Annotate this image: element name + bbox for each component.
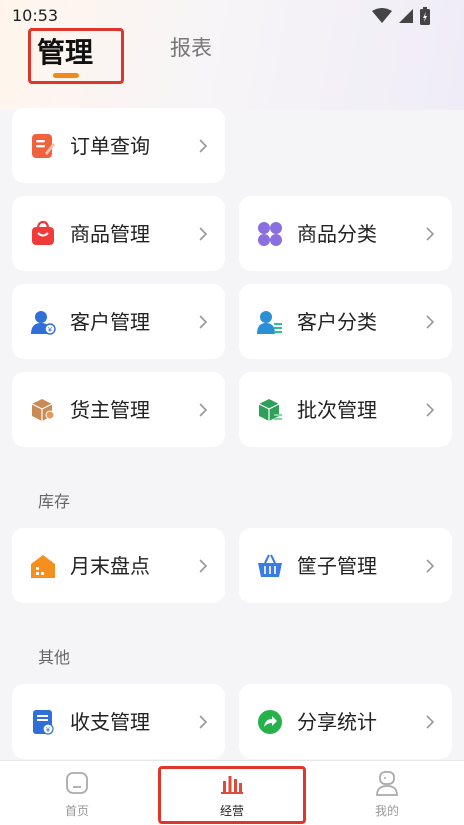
card-label: 筐子管理 (297, 554, 377, 578)
card-label: 分享统计 (297, 710, 377, 734)
card-label: 订单查询 (70, 134, 150, 158)
card-basket-management[interactable]: 筐子管理 (239, 528, 452, 603)
chevron-right-icon (199, 139, 208, 153)
tab-management-label: 管理 (37, 36, 94, 69)
batch-box-icon (257, 397, 283, 423)
basket-icon (257, 553, 283, 579)
nav-active-highlight (158, 766, 306, 824)
card-label: 商品管理 (70, 222, 150, 246)
bottom-nav: 首页 经营 我的 (0, 760, 464, 825)
section-title-inventory: 库存 (38, 492, 71, 511)
nav-mine[interactable]: 我的 (327, 761, 447, 825)
home-icon (66, 772, 88, 794)
card-product-category[interactable]: 商品分类 (239, 196, 452, 271)
tab-reports[interactable]: 报表 (170, 32, 212, 62)
chevron-right-icon (199, 715, 208, 729)
chevron-right-icon (426, 403, 435, 417)
active-tab-indicator (53, 73, 79, 78)
chevron-right-icon (426, 715, 435, 729)
chevron-right-icon (426, 315, 435, 329)
tab-management[interactable]: 管理 (28, 28, 124, 84)
signal-icon (399, 9, 413, 23)
nav-home[interactable]: 首页 (17, 761, 137, 825)
order-list-icon (30, 133, 56, 159)
card-income-expense[interactable]: ¥ 收支管理 (12, 684, 225, 759)
customer-icon: ¥ (30, 309, 56, 335)
warehouse-icon (30, 553, 56, 579)
top-tabs: 管理 报表 (0, 28, 464, 88)
nav-home-label: 首页 (64, 804, 89, 818)
wifi-icon (372, 8, 392, 23)
share-icon (257, 709, 283, 735)
package-owner-icon (30, 397, 56, 423)
card-batch-management[interactable]: 批次管理 (239, 372, 452, 447)
card-owner-management[interactable]: 货主管理 (12, 372, 225, 447)
section-title-other: 其他 (38, 648, 71, 667)
battery-icon (420, 7, 430, 25)
chevron-right-icon (199, 227, 208, 241)
nav-mine-label: 我的 (374, 804, 399, 818)
card-label: 月末盘点 (70, 554, 150, 578)
card-label: 商品分类 (297, 222, 377, 246)
card-label: 收支管理 (70, 710, 150, 734)
card-month-end-count[interactable]: 月末盘点 (12, 528, 225, 603)
card-label: 批次管理 (297, 398, 377, 422)
profile-icon (376, 771, 398, 796)
card-share-stats[interactable]: 分享统计 (239, 684, 452, 759)
card-label: 货主管理 (70, 398, 150, 422)
card-order-query[interactable]: 订单查询 (12, 108, 225, 183)
chevron-right-icon (199, 403, 208, 417)
chevron-right-icon (199, 315, 208, 329)
status-icons (372, 7, 430, 25)
card-customer-category[interactable]: 客户分类 (239, 284, 452, 359)
status-bar: 10:53 (0, 0, 464, 30)
chevron-right-icon (199, 559, 208, 573)
customer-list-icon (257, 309, 283, 335)
chevron-right-icon (426, 227, 435, 241)
status-time: 10:53 (12, 6, 59, 25)
shopping-bag-icon (30, 221, 56, 247)
category-grid-icon (257, 221, 283, 247)
ledger-icon: ¥ (30, 709, 56, 735)
svg-text:¥: ¥ (46, 726, 51, 734)
card-label: 客户管理 (70, 310, 150, 334)
card-product-management[interactable]: 商品管理 (12, 196, 225, 271)
chevron-right-icon (426, 559, 435, 573)
svg-text:¥: ¥ (48, 326, 53, 334)
card-label: 客户分类 (297, 310, 377, 334)
card-customer-management[interactable]: ¥ 客户管理 (12, 284, 225, 359)
